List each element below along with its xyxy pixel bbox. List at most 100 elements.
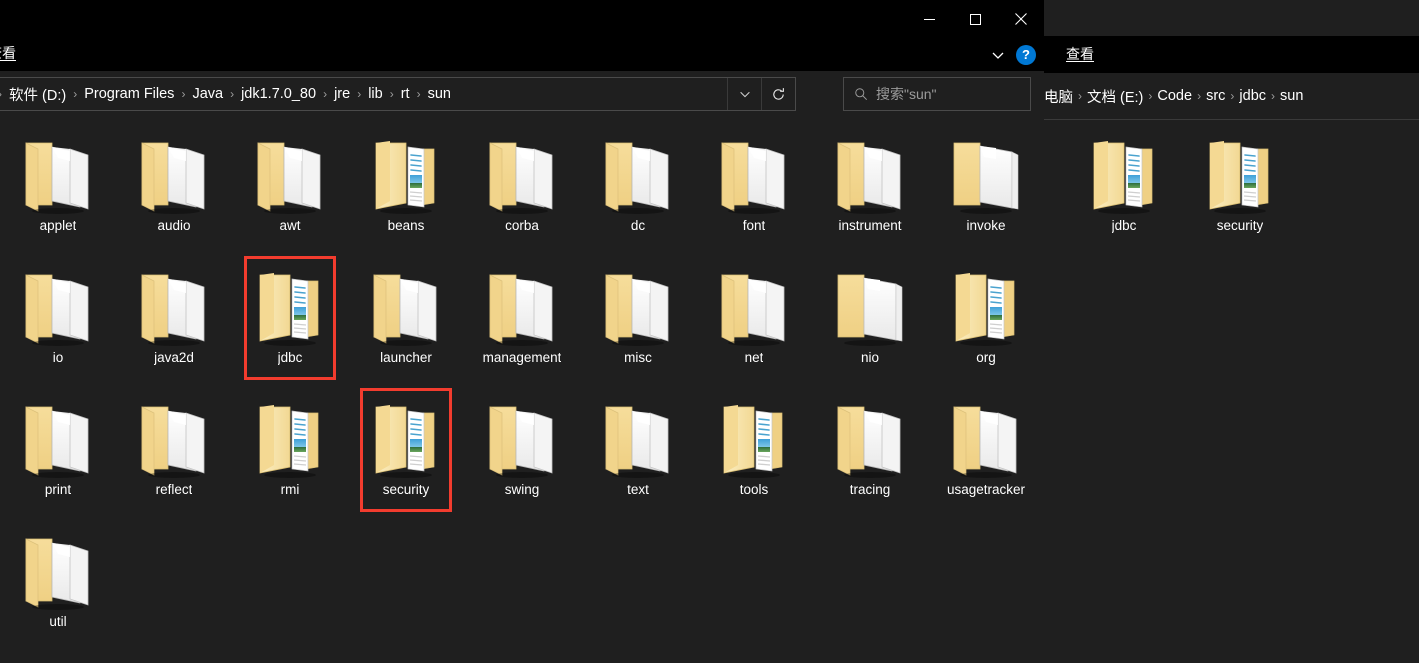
file-item[interactable]: usagetracker [928, 386, 1044, 518]
file-item[interactable]: management [464, 254, 580, 386]
background-ribbon-tab-bar: 查看 [1044, 36, 1419, 73]
background-address-bar[interactable]: 电脑 › 文档 (E:) › Code › src › jdbc › sun [1044, 73, 1419, 119]
close-button[interactable] [998, 0, 1044, 38]
background-address-divider [1044, 119, 1419, 120]
breadcrumb-item-lib[interactable]: lib [362, 86, 389, 102]
file-item[interactable]: corba [464, 122, 580, 254]
title-bar [0, 0, 1044, 38]
file-list-area[interactable]: applet audio awt beans corba dc font ins… [0, 122, 1044, 663]
maximize-button[interactable] [952, 0, 998, 38]
file-item[interactable]: tracing [812, 386, 928, 518]
file-item-label: tracing [849, 482, 891, 497]
file-item[interactable]: rmi [232, 386, 348, 518]
file-item-label: reflect [155, 482, 193, 497]
folder-docs-icon [712, 128, 796, 220]
file-item[interactable]: security [348, 386, 464, 518]
file-item-label: print [44, 482, 72, 497]
chevron-down-icon[interactable] [990, 47, 1006, 63]
breadcrumb-item-jdbc[interactable]: jdbc [1234, 88, 1271, 104]
file-item-label: management [482, 350, 562, 365]
minimize-button[interactable] [906, 0, 952, 38]
explorer-window-active: 查看 ? ›软件 (D:)›Program Files›Java›jdk1.7.… [0, 0, 1044, 663]
folder-docs-icon [596, 392, 680, 484]
file-item[interactable]: misc [580, 254, 696, 386]
background-file-list-area[interactable]: jdbc security [1044, 122, 1419, 663]
file-item[interactable]: jdbc [1066, 122, 1182, 254]
explorer-window-background[interactable]: 查看 电脑 › 文档 (E:) › Code › src › jdbc › sun [1044, 0, 1419, 663]
file-item[interactable]: io [0, 254, 116, 386]
file-item-label: security [1216, 218, 1264, 233]
file-item[interactable]: instrument [812, 122, 928, 254]
address-bar: ›软件 (D:)›Program Files›Java›jdk1.7.0_80›… [0, 71, 1044, 117]
folder-docs-icon [132, 260, 216, 352]
folder-content-icon [1082, 128, 1166, 220]
background-icon-grid: jdbc security [1044, 122, 1419, 254]
file-item-label: misc [624, 350, 652, 365]
file-item[interactable]: nio [812, 254, 928, 386]
file-item[interactable]: reflect [116, 386, 232, 518]
folder-docs-icon [480, 260, 564, 352]
file-item[interactable]: security [1182, 122, 1298, 254]
file-item-label: text [627, 482, 649, 497]
help-icon[interactable]: ? [1016, 44, 1036, 65]
file-item[interactable]: invoke [928, 122, 1044, 254]
file-item-label: rmi [280, 482, 300, 497]
search-box[interactable]: 搜索"sun" [843, 77, 1031, 111]
file-item-label: nio [860, 350, 879, 365]
refresh-icon[interactable] [761, 78, 795, 110]
breadcrumb-item-rt[interactable]: rt [395, 86, 416, 102]
folder-docs-icon [480, 128, 564, 220]
file-item[interactable]: net [696, 254, 812, 386]
file-item[interactable]: dc [580, 122, 696, 254]
breadcrumb-dropdown-icon[interactable] [727, 78, 761, 110]
folder-docs-icon [16, 524, 100, 616]
breadcrumb-item-sun[interactable]: sun [1275, 88, 1308, 104]
file-item[interactable]: text [580, 386, 696, 518]
breadcrumb-item-program-files[interactable]: Program Files [78, 86, 180, 102]
file-item[interactable]: applet [0, 122, 116, 254]
file-item[interactable]: swing [464, 386, 580, 518]
breadcrumb-item-e[interactable]: 文档 (E:) [1082, 86, 1148, 107]
window-controls [906, 0, 1044, 38]
breadcrumb-item-jre[interactable]: jre [328, 86, 356, 102]
folder-content-icon [248, 392, 332, 484]
breadcrumb-item-[interactable]: 电脑 [1044, 86, 1078, 107]
breadcrumb-item-src[interactable]: src [1201, 88, 1230, 104]
file-item[interactable]: launcher [348, 254, 464, 386]
folder-plain-icon [828, 260, 912, 352]
file-item[interactable]: beans [348, 122, 464, 254]
file-item-label: security [382, 482, 430, 497]
file-item-label: awt [279, 218, 301, 233]
breadcrumb-item-jdk1-7-0-80[interactable]: jdk1.7.0_80 [235, 86, 322, 102]
folder-content-icon [1198, 128, 1282, 220]
file-item[interactable]: audio [116, 122, 232, 254]
breadcrumb-item-sun[interactable]: sun [422, 86, 457, 102]
file-item[interactable]: jdbc [232, 254, 348, 386]
folder-docs-icon [828, 392, 912, 484]
file-item[interactable]: tools [696, 386, 812, 518]
folder-docs-icon [16, 260, 100, 352]
breadcrumb-bar[interactable]: ›软件 (D:)›Program Files›Java›jdk1.7.0_80›… [0, 77, 796, 111]
folder-content-icon [248, 260, 332, 352]
folder-docs-icon [944, 392, 1028, 484]
file-item[interactable]: java2d [116, 254, 232, 386]
folder-docs-icon [16, 392, 100, 484]
file-item[interactable]: util [0, 518, 116, 650]
background-tab-view[interactable]: 查看 [1066, 44, 1094, 64]
file-item-label: font [742, 218, 766, 233]
search-input[interactable]: 搜索"sun" [876, 84, 937, 104]
folder-docs-icon [596, 260, 680, 352]
file-item-label: launcher [380, 350, 432, 365]
icon-grid: applet audio awt beans corba dc font ins… [0, 122, 1044, 650]
breadcrumb-item-d[interactable]: 软件 (D:) [3, 84, 72, 105]
tab-view[interactable]: 查看 [0, 43, 16, 63]
file-item[interactable]: org [928, 254, 1044, 386]
file-item-label: org [976, 350, 996, 365]
file-item[interactable]: awt [232, 122, 348, 254]
ribbon-right-controls: ? [990, 38, 1036, 71]
file-item[interactable]: font [696, 122, 812, 254]
folder-docs-icon [132, 392, 216, 484]
breadcrumb-item-java[interactable]: Java [186, 86, 229, 102]
file-item[interactable]: print [0, 386, 116, 518]
breadcrumb-item-code[interactable]: Code [1152, 88, 1197, 104]
